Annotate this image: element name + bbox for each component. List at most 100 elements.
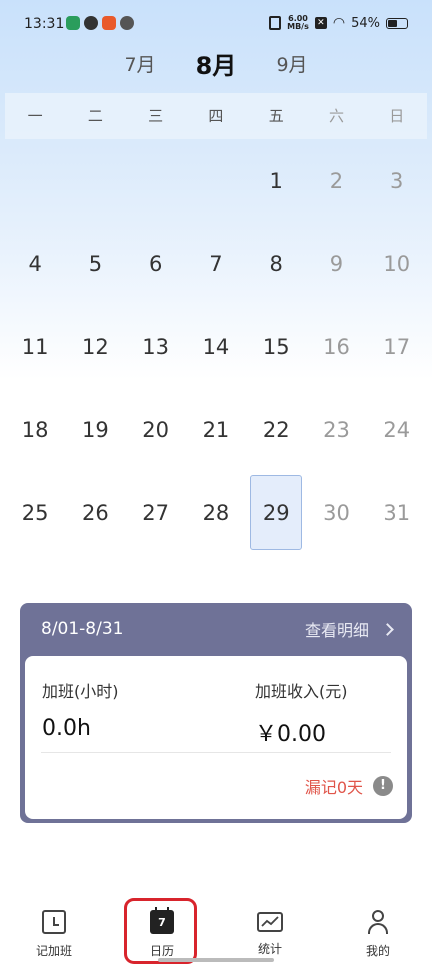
network-speed: 6.00 MB/s bbox=[287, 15, 309, 31]
overtime-hours-value: 0.0h bbox=[42, 716, 91, 741]
summary-header: 8/01-8/31 查看明细 bbox=[20, 603, 412, 655]
cloud-icon bbox=[120, 16, 134, 30]
calendar-icon: 7 bbox=[150, 907, 174, 934]
app-notification-icon bbox=[102, 16, 116, 30]
calendar-day[interactable]: 11 bbox=[5, 305, 65, 388]
divider bbox=[41, 752, 391, 753]
calendar-week: 25 26 27 28 29 30 31 bbox=[5, 471, 427, 554]
calendar-day[interactable]: 31 bbox=[367, 471, 427, 554]
wifi-icon: ◠ bbox=[332, 15, 346, 31]
calendar-day[interactable]: 7 bbox=[186, 222, 246, 305]
battery-icon bbox=[386, 17, 408, 29]
network-speed-unit: MB/s bbox=[287, 22, 309, 31]
nav-item-profile[interactable]: 我的 bbox=[324, 900, 432, 964]
calendar-day[interactable]: 9 bbox=[306, 222, 366, 305]
status-time: 13:31 bbox=[24, 16, 65, 32]
overtime-hours-label: 加班(小时) bbox=[42, 682, 119, 701]
view-details-label: 查看明细 bbox=[304, 621, 369, 640]
missed-days[interactable]: 漏记0天 ! bbox=[305, 774, 393, 798]
vibrate-icon bbox=[269, 16, 282, 30]
calendar-day[interactable]: 14 bbox=[186, 305, 246, 388]
nav-item-calendar[interactable]: 7 日历 bbox=[108, 900, 216, 964]
weekday-label: 五 bbox=[268, 107, 284, 125]
chevron-right-icon bbox=[381, 622, 394, 636]
calendar-day[interactable]: 27 bbox=[126, 471, 186, 554]
status-app-icons bbox=[66, 16, 134, 30]
calendar-day[interactable]: 16 bbox=[306, 305, 366, 388]
calendar-day[interactable]: 30 bbox=[306, 471, 366, 554]
calendar-day[interactable]: 2 bbox=[306, 139, 366, 222]
battery-percent: 54% bbox=[351, 15, 380, 31]
calendar-day bbox=[65, 139, 125, 222]
overtime-hours-stat: 加班(小时) 0.0h bbox=[42, 678, 119, 741]
weekday-header: 一 二 三 四 五 六 日 bbox=[5, 93, 427, 139]
calendar-day[interactable]: 3 bbox=[367, 139, 427, 222]
calendar-week: 11 12 13 14 15 16 17 bbox=[5, 305, 427, 388]
calendar-week: 18 19 20 21 22 23 24 bbox=[5, 388, 427, 471]
calendar-day[interactable]: 13 bbox=[126, 305, 186, 388]
calendar-day[interactable]: 21 bbox=[186, 388, 246, 471]
nav-label: 记加班 bbox=[35, 944, 72, 958]
month-tabs: 7月 8月 9月 bbox=[0, 44, 432, 82]
calendar-day bbox=[186, 139, 246, 222]
calendar-day[interactable]: 8 bbox=[246, 222, 306, 305]
calendar-week: 1 2 3 bbox=[5, 139, 427, 222]
weekday-label: 一 bbox=[27, 107, 43, 125]
calendar-week: 4 5 6 7 8 9 10 bbox=[5, 222, 427, 305]
calendar-day bbox=[126, 139, 186, 222]
status-bar: 13:31 6.00 MB/s ✕ ◠ 54% bbox=[0, 0, 432, 50]
no-sim-icon: ✕ bbox=[314, 17, 327, 29]
profile-icon bbox=[366, 910, 390, 934]
tab-next-month[interactable]: 9月 bbox=[254, 50, 330, 77]
calendar-day[interactable]: 4 bbox=[5, 222, 65, 305]
calendar-day[interactable]: 10 bbox=[367, 222, 427, 305]
nav-label: 统计 bbox=[257, 942, 282, 956]
summary-date-range: 8/01-8/31 bbox=[41, 619, 124, 639]
overtime-income-value: ￥0.00 bbox=[255, 722, 326, 747]
calendar-day bbox=[5, 139, 65, 222]
stats-icon bbox=[257, 912, 283, 932]
monthly-summary-card: 8/01-8/31 查看明细 加班(小时) 0.0h 加班收入(元) ￥0.00… bbox=[20, 603, 412, 823]
weekday-label: 六 bbox=[328, 107, 344, 125]
profile-head bbox=[372, 910, 384, 922]
calendar-day[interactable]: 17 bbox=[367, 305, 427, 388]
tab-current-month[interactable]: 8月 bbox=[178, 46, 254, 81]
calendar-day[interactable]: 24 bbox=[367, 388, 427, 471]
status-indicators: 6.00 MB/s ✕ ◠ 54% bbox=[269, 15, 408, 31]
calendar-day[interactable]: 20 bbox=[126, 388, 186, 471]
calendar-day[interactable]: 19 bbox=[65, 388, 125, 471]
profile-body bbox=[368, 923, 388, 934]
record-overtime-icon bbox=[42, 910, 66, 934]
calendar-day[interactable]: 23 bbox=[306, 388, 366, 471]
calendar-day[interactable]: 12 bbox=[65, 305, 125, 388]
calendar-day[interactable]: 5 bbox=[65, 222, 125, 305]
nav-label: 日历 bbox=[149, 944, 174, 958]
stats-line-icon bbox=[261, 916, 279, 927]
missed-days-label: 漏记0天 bbox=[304, 778, 363, 797]
calendar-day-selected[interactable]: 29 bbox=[246, 471, 306, 554]
summary-body: 加班(小时) 0.0h 加班收入(元) ￥0.00 漏记0天 ! bbox=[25, 656, 407, 819]
weekday-label: 日 bbox=[389, 107, 405, 125]
app-notification-icon bbox=[66, 16, 80, 30]
bottom-nav: 记加班 7 日历 统计 我的 bbox=[0, 900, 432, 964]
calendar-day[interactable]: 22 bbox=[246, 388, 306, 471]
nav-item-stats[interactable]: 统计 bbox=[216, 900, 324, 964]
calendar-day[interactable]: 1 bbox=[246, 139, 306, 222]
calendar-day[interactable]: 6 bbox=[126, 222, 186, 305]
calendar-day[interactable]: 26 bbox=[65, 471, 125, 554]
tab-prev-month[interactable]: 7月 bbox=[102, 50, 178, 77]
calendar-day[interactable]: 18 bbox=[5, 388, 65, 471]
calendar-day[interactable]: 28 bbox=[186, 471, 246, 554]
app-notification-icon bbox=[84, 16, 98, 30]
overtime-income-label: 加班收入(元) bbox=[255, 682, 348, 701]
info-icon[interactable]: ! bbox=[373, 776, 393, 796]
calendar-day[interactable]: 15 bbox=[246, 305, 306, 388]
home-indicator[interactable] bbox=[158, 958, 274, 962]
weekday-label: 四 bbox=[208, 107, 224, 125]
calendar-grid: 1 2 3 4 5 6 7 8 9 10 11 12 13 14 15 16 1… bbox=[5, 139, 427, 554]
calendar-day[interactable]: 25 bbox=[5, 471, 65, 554]
battery-fill bbox=[388, 19, 397, 27]
nav-item-record-overtime[interactable]: 记加班 bbox=[0, 900, 108, 964]
view-details-link[interactable]: 查看明细 bbox=[304, 617, 394, 641]
overtime-income-stat: 加班收入(元) ￥0.00 bbox=[255, 678, 348, 748]
